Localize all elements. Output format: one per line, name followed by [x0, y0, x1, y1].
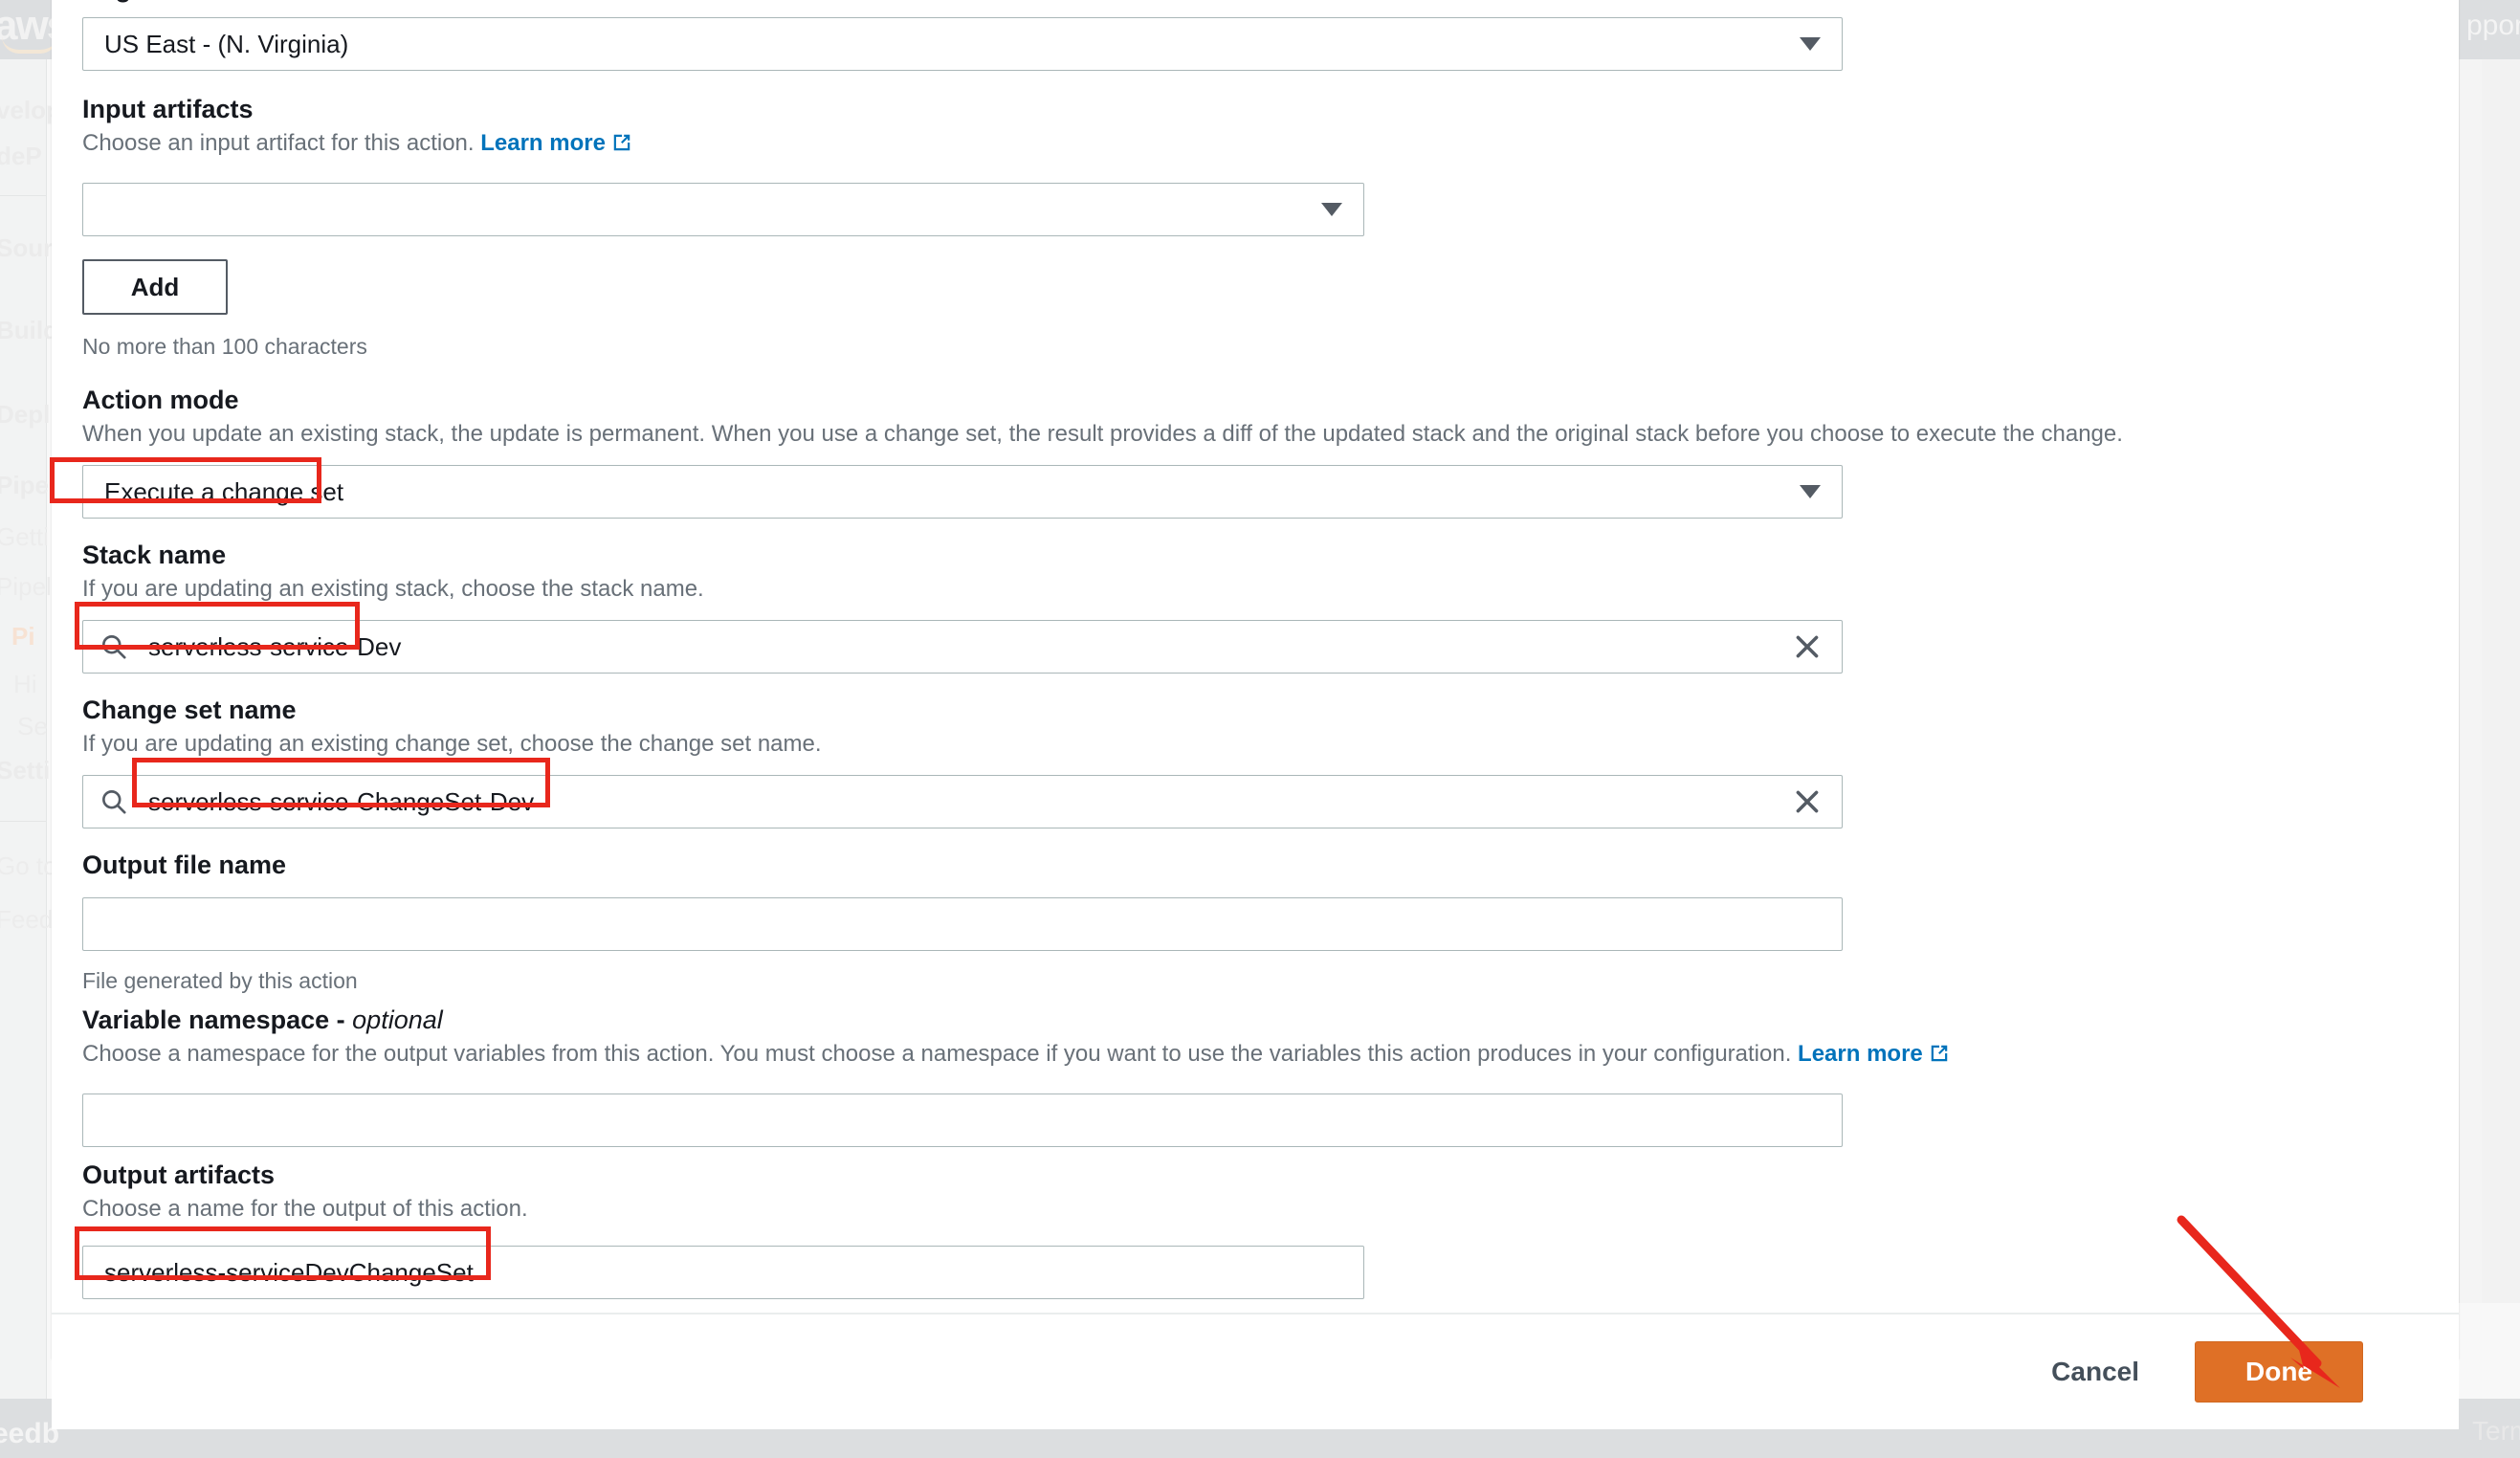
- stack-name-description: If you are updating an existing stack, c…: [82, 576, 704, 602]
- field-region: Region US East - (N. Virginia): [82, 0, 2091, 71]
- stack-name-value: serverless-service-Dev: [148, 631, 402, 661]
- action-mode-select[interactable]: Execute a change set: [82, 465, 1843, 519]
- sidebar-item-build[interactable]: Build: [0, 316, 58, 345]
- input-artifacts-description: Choose an input artifact for this action…: [82, 128, 2091, 162]
- field-change-set-name: Change set name If you are updating an e…: [82, 695, 2091, 828]
- screenshot-root: aws pport velop deP Sour Build Depl Pipe…: [0, 0, 2520, 1458]
- sidebar-item-pipelines[interactable]: Pipel: [0, 572, 52, 602]
- cancel-button[interactable]: Cancel: [2038, 1347, 2153, 1397]
- sidebar-item-getting-started[interactable]: Getti: [0, 522, 49, 552]
- action-mode-value: Execute a change set: [104, 476, 344, 506]
- sidebar-item-settings-sub[interactable]: Se: [17, 712, 48, 741]
- sidebar-item-codepipeline[interactable]: deP: [0, 142, 42, 171]
- footer-feedback-link[interactable]: eedb: [0, 1418, 59, 1450]
- sidebar-item-pipelines-active[interactable]: Pi: [11, 622, 35, 652]
- stack-name-search-input[interactable]: serverless-service-Dev: [82, 620, 1843, 674]
- console-right-panel-inner: [2482, 59, 2520, 1303]
- input-artifacts-learn-more-link[interactable]: Learn more: [480, 130, 606, 156]
- change-set-name-search-input[interactable]: serverless-service-ChangeSet-Dev: [82, 775, 1843, 828]
- input-artifacts-description-text: Choose an input artifact for this action…: [82, 130, 475, 156]
- variable-namespace-optional-tag: optional: [352, 1005, 443, 1034]
- field-action-mode: Action mode When you update an existing …: [82, 385, 2123, 519]
- stack-name-label: Stack name: [82, 541, 227, 569]
- sidebar-item-pipeline[interactable]: Pipel: [0, 471, 55, 500]
- search-icon: [100, 633, 127, 660]
- variable-namespace-description-text: Choose a namespace for the output variab…: [82, 1041, 1792, 1067]
- action-mode-label: Action mode: [82, 386, 239, 414]
- done-button[interactable]: Done: [2195, 1341, 2363, 1403]
- action-mode-description: When you update an existing stack, the u…: [82, 421, 2123, 447]
- output-artifacts-label: Output artifacts: [82, 1160, 276, 1189]
- output-artifacts-value: serverless-serviceDevChangeSet: [104, 1257, 474, 1287]
- sidebar-item-settings[interactable]: Setti: [0, 756, 50, 785]
- change-set-name-description: If you are updating an existing change s…: [82, 731, 822, 757]
- sidebar-item-go-to[interactable]: Go to: [0, 851, 57, 881]
- footer-terms-link[interactable]: Terms: [2472, 1416, 2520, 1447]
- input-artifacts-hint: No more than 100 characters: [82, 334, 367, 359]
- clear-stack-name-icon[interactable]: [1792, 631, 1823, 662]
- aws-logo-swoosh-icon: [2, 36, 57, 54]
- sidebar-divider-2: [0, 821, 46, 822]
- sidebar-divider: [0, 195, 46, 196]
- chevron-down-icon: [1321, 203, 1342, 216]
- variable-namespace-label: Variable namespace - optional: [82, 1005, 2187, 1035]
- output-file-name-hint: File generated by this action: [82, 968, 358, 993]
- add-input-artifact-button[interactable]: Add: [82, 259, 228, 315]
- output-file-name-label: Output file name: [82, 850, 287, 879]
- external-link-icon: [1929, 1042, 1950, 1072]
- output-artifacts-description: Choose a name for the output of this act…: [82, 1196, 528, 1222]
- field-output-file-name: Output file name File generated by this …: [82, 850, 2091, 995]
- variable-namespace-input[interactable]: [82, 1094, 1843, 1147]
- external-link-icon: [611, 131, 632, 162]
- sidebar-item-history[interactable]: Hi: [13, 670, 37, 699]
- support-menu-label: pport: [2466, 10, 2520, 41]
- region-label: Region: [82, 0, 2091, 4]
- region-select[interactable]: US East - (N. Virginia): [82, 17, 1843, 71]
- sidebar-item-deploy[interactable]: Depl: [0, 400, 50, 430]
- panel-footer: Cancel Done: [52, 1313, 2459, 1429]
- field-variable-namespace: Variable namespace - optional Choose a n…: [82, 1005, 2187, 1147]
- variable-namespace-learn-more-link[interactable]: Learn more: [1798, 1041, 1923, 1067]
- sidebar-item-source[interactable]: Sour: [0, 233, 53, 263]
- output-artifacts-input[interactable]: serverless-serviceDevChangeSet: [82, 1246, 1364, 1299]
- sidebar-item-feedback[interactable]: Feed: [0, 905, 53, 935]
- field-input-artifacts: Input artifacts Choose an input artifact…: [82, 94, 2091, 361]
- field-stack-name: Stack name If you are updating an existi…: [82, 540, 2091, 674]
- chevron-down-icon: [1800, 37, 1821, 51]
- chevron-down-icon: [1800, 485, 1821, 498]
- output-file-name-input[interactable]: [82, 897, 1843, 951]
- region-value: US East - (N. Virginia): [104, 29, 349, 58]
- edit-action-panel: Region US East - (N. Virginia) Input art…: [52, 0, 2459, 1429]
- change-set-name-label: Change set name: [82, 696, 297, 724]
- edit-action-form: Region US East - (N. Virginia) Input art…: [52, 0, 2459, 1343]
- search-icon: [100, 788, 127, 815]
- change-set-name-value: serverless-service-ChangeSet-Dev: [148, 786, 535, 816]
- variable-namespace-description: Choose a namespace for the output variab…: [82, 1039, 2187, 1072]
- clear-change-set-name-icon[interactable]: [1792, 786, 1823, 817]
- input-artifacts-label: Input artifacts: [82, 95, 254, 123]
- input-artifact-select[interactable]: [82, 183, 1364, 236]
- variable-namespace-label-text: Variable namespace -: [82, 1005, 353, 1034]
